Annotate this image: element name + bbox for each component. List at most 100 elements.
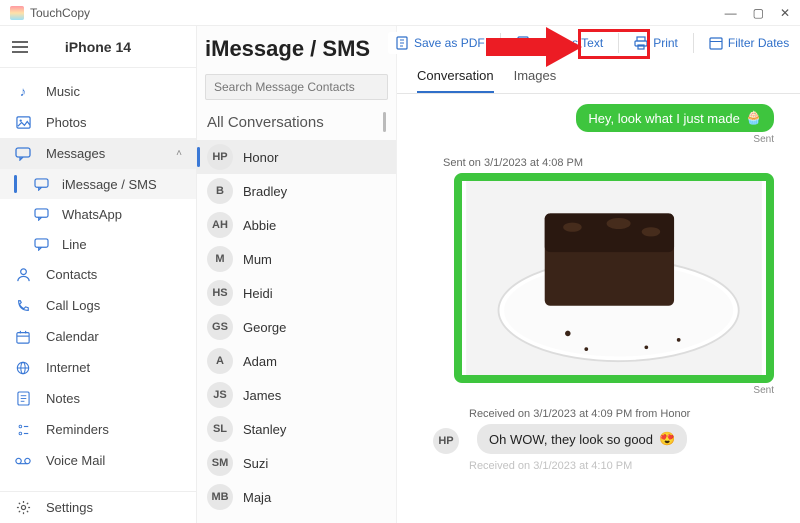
page-title: iMessage / SMS [205, 36, 388, 62]
contact-item[interactable]: AAdam [197, 344, 396, 378]
avatar: GS [207, 314, 233, 340]
sidebar-subitem-whatsapp[interactable]: WhatsApp [0, 199, 196, 229]
avatar: A [207, 348, 233, 374]
tabs: Conversation Images [397, 58, 800, 94]
scrollbar-indicator [383, 112, 386, 132]
message-image[interactable] [454, 173, 774, 383]
button-label: Print [653, 36, 678, 50]
avatar: JS [207, 382, 233, 408]
sidebar-item-label: Contacts [46, 267, 97, 282]
tab-images[interactable]: Images [514, 62, 557, 93]
contact-item[interactable]: SL Stanley [197, 412, 396, 446]
sidebar-item-voicemail[interactable]: Voice Mail [0, 445, 196, 476]
sidebar-item-music[interactable]: ♪ Music [0, 76, 196, 107]
contacts-icon [14, 266, 32, 284]
thread[interactable]: Hey, look what I just made 🧁 Sent Sent o… [397, 94, 800, 523]
cupcake-emoji: 🧁 [746, 110, 762, 126]
avatar: SL [207, 416, 233, 442]
hearteyes-emoji: 😍 [659, 431, 675, 447]
sidebar-subitem-imessage[interactable]: iMessage / SMS [0, 169, 196, 199]
save-text-button[interactable]: Save as Text [509, 32, 610, 54]
status-text: Sent [753, 385, 774, 396]
sidebar-item-label: Settings [46, 500, 93, 515]
calendar-icon [14, 328, 32, 346]
separator [500, 33, 501, 53]
contact-name: Stanley [243, 422, 286, 437]
contacts-column: iMessage / SMS All Conversations HPHonor… [197, 26, 397, 523]
sidebar-item-label: Calendar [46, 329, 99, 344]
contact-name: James [243, 388, 281, 403]
search-input[interactable] [205, 74, 388, 100]
button-label: Save as Text [535, 36, 603, 50]
avatar: HP [207, 144, 233, 170]
sidebar-item-label: Internet [46, 360, 90, 375]
contact-item[interactable]: JS James [197, 378, 396, 412]
timestamp: Received on 3/1/2023 at 4:09 PM from Hon… [423, 402, 774, 424]
contact-item[interactable]: AHAbbie [197, 208, 396, 242]
avatar: AH [207, 212, 233, 238]
contact-item[interactable]: HSHeidi [197, 276, 396, 310]
contact-item[interactable]: MMum [197, 242, 396, 276]
print-button[interactable]: Print [627, 32, 685, 54]
avatar: B [207, 178, 233, 204]
titlebar: TouchCopy — ▢ ✕ [0, 0, 800, 26]
close-button[interactable]: ✕ [780, 6, 790, 20]
separator [618, 33, 619, 53]
photos-icon [14, 114, 32, 132]
sidebar-item-calendar[interactable]: Calendar [0, 321, 196, 352]
contact-name: Mum [243, 252, 272, 267]
button-label: Filter Dates [728, 36, 789, 50]
status-text: Sent [753, 134, 774, 145]
contact-item[interactable]: B Bradley [197, 174, 396, 208]
chevron-up-icon: ˄ [176, 148, 182, 159]
save-pdf-button[interactable]: Save as PDF [388, 32, 492, 54]
app-name: TouchCopy [30, 6, 90, 20]
voicemail-icon [14, 452, 32, 470]
device-header: iPhone 14 [0, 26, 196, 68]
contact-name: Heidi [243, 286, 273, 301]
filter-dates-button[interactable]: Filter Dates [702, 32, 796, 54]
menu-icon[interactable] [12, 41, 28, 53]
avatar: MB [207, 484, 233, 510]
sidebar-item-calllogs[interactable]: Call Logs [0, 290, 196, 321]
sidebar-item-label: Photos [46, 115, 86, 130]
pdf-icon [395, 36, 409, 50]
reminders-icon [14, 421, 32, 439]
contact-name: Bradley [243, 184, 287, 199]
contact-name: Honor [243, 150, 278, 165]
contact-item[interactable]: SM Suzi [197, 446, 396, 480]
contact-name: Suzi [243, 456, 268, 471]
sidebar-item-notes[interactable]: Notes [0, 383, 196, 414]
sidebar-item-reminders[interactable]: Reminders [0, 414, 196, 445]
sidebar-item-label: Notes [46, 391, 80, 406]
button-label: Save as PDF [414, 36, 485, 50]
sidebar-item-photos[interactable]: Photos [0, 107, 196, 138]
sidebar-subitem-label: Line [62, 237, 87, 252]
outgoing-message: Hey, look what I just made 🧁 Sent [423, 104, 774, 145]
contact-list[interactable]: HP Honor B Bradley AHAbbieMMumHSHeidiGSGeorg… [197, 140, 396, 523]
sidebar-item-internet[interactable]: Internet [0, 352, 196, 383]
contact-item[interactable]: MBMaja [197, 480, 396, 514]
device-name: iPhone 14 [65, 39, 131, 55]
avatar: SM [207, 450, 233, 476]
tab-conversation[interactable]: Conversation [417, 62, 494, 93]
messages-icon [14, 145, 32, 163]
sidebar-item-contacts[interactable]: Contacts [0, 259, 196, 290]
sidebar-subitem-label: iMessage / SMS [62, 177, 157, 192]
contact-item[interactable]: HP Honor [197, 140, 396, 174]
chat-icon [34, 238, 52, 251]
sidebar-subitem-line[interactable]: Line [0, 229, 196, 259]
chat-icon [34, 178, 52, 191]
sidebar-item-label: Messages [46, 146, 105, 161]
sidebar-item-label: Music [46, 84, 80, 99]
phone-icon [14, 297, 32, 315]
chat-icon [34, 208, 52, 221]
maximize-button[interactable]: ▢ [753, 6, 764, 20]
minimize-button[interactable]: — [725, 6, 737, 20]
sidebar-item-messages[interactable]: Messages ˄ [0, 138, 196, 169]
print-icon [634, 36, 648, 50]
sidebar-item-settings[interactable]: Settings [0, 492, 196, 523]
contact-item[interactable]: GSGeorge [197, 310, 396, 344]
sidebar: iPhone 14 ♪ Music Photos Messages ˄ [0, 26, 197, 523]
timestamp: Sent on 3/1/2023 at 4:08 PM [423, 151, 774, 173]
